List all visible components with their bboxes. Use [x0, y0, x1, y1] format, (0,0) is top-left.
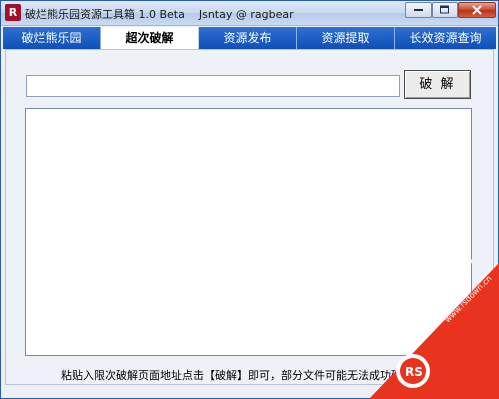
tab-query[interactable]: 长效资源查询: [395, 27, 496, 49]
url-input[interactable]: [26, 75, 400, 97]
minimize-button[interactable]: [405, 2, 432, 18]
status-hint: 粘贴入限次破解页面地址点击【破解】即可，部分文件可能无法成功破解: [61, 369, 413, 382]
tab-extract[interactable]: 资源提取: [297, 27, 395, 49]
tab-ragbear-park[interactable]: 破烂熊乐园: [3, 27, 101, 49]
tab-crack[interactable]: 超次破解: [101, 27, 199, 49]
crack-button[interactable]: 破 解: [404, 70, 471, 99]
maximize-button[interactable]: [432, 2, 458, 18]
window-title: 破烂熊乐园资源工具箱 1.0 Beta Jsntay @ ragbear: [25, 8, 294, 21]
tab-bar: 破烂熊乐园 超次破解 资源发布 资源提取 长效资源查询: [3, 27, 497, 49]
title-bar[interactable]: R 破烂熊乐园资源工具箱 1.0 Beta Jsntay @ ragbear: [1, 1, 498, 26]
close-icon: [472, 5, 482, 15]
minimize-icon: [413, 9, 423, 11]
close-button[interactable]: [458, 2, 496, 18]
app-logo-icon: R: [5, 4, 21, 21]
watermark-logo-icon: RS: [405, 365, 423, 379]
tab-publish[interactable]: 资源发布: [199, 27, 297, 49]
maximize-icon: [440, 5, 449, 14]
